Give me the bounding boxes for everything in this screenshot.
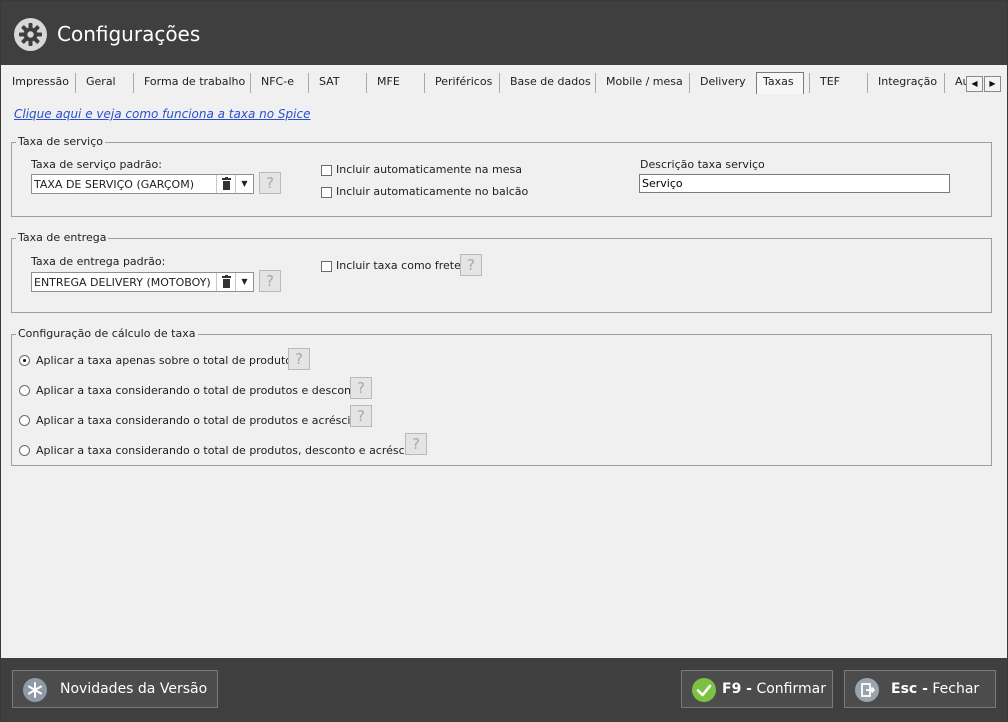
auto-counter-checkbox[interactable] [321,187,332,198]
delivery-fee-combo-value: ENTREGA DELIVERY (MOTOBOY) [34,276,211,289]
confirm-label: Confirmar [756,681,826,697]
tab-mobile-mesa[interactable]: Mobile / mesa [595,73,683,93]
service-fee-legend: Taxa de serviço [16,135,105,148]
calc-option-radio-products[interactable] [19,355,30,366]
tab-sat[interactable]: SAT [308,73,340,93]
close-shortcut: Esc - [891,681,928,697]
tab-mfe[interactable]: MFE [366,73,400,93]
service-fee-combo-value: TAXA DE SERVIÇO (GARÇOM) [34,178,194,191]
calc-option-help-products[interactable]: ? [288,348,310,370]
delivery-fee-legend: Taxa de entrega [16,231,109,244]
tab-base-de-dados[interactable]: Base de dados [499,73,591,93]
news-button-label: Novidades da Versão [60,681,208,697]
auto-counter-label: Incluir automaticamente no balcão [336,185,529,198]
tab-tef[interactable]: TEF [809,73,840,93]
calc-option-radio-discount-surcharge[interactable] [19,445,30,456]
service-fee-combo[interactable]: TAXA DE SERVIÇO (GARÇOM) ▼ [31,174,254,194]
freight-label: Incluir taxa como frete [336,259,461,272]
service-fee-help-button[interactable]: ? [259,172,281,194]
tab-forma-de-trabalho[interactable]: Forma de trabalho [133,73,245,93]
calc-option-help-discount-surcharge[interactable]: ? [405,433,427,455]
trash-icon[interactable] [216,273,235,291]
title-bar: Configurações [1,1,1007,65]
gear-icon [14,18,47,51]
calc-option-label-discount-surcharge: Aplicar a taxa considerando o total de p… [36,444,426,457]
trash-icon[interactable] [216,175,235,193]
tab-integracao[interactable]: Integração [867,73,937,93]
configuracoes-window: Configurações Impressão Geral Forma de t… [0,0,1008,722]
calc-option-label-discount: Aplicar a taxa considerando o total de p… [36,384,363,397]
close-label: Fechar [932,681,980,697]
tab-impressao[interactable]: Impressão [12,73,69,93]
tab-delivery[interactable]: Delivery [689,73,746,93]
delivery-fee-default-label: Taxa de entrega padrão: [31,255,166,268]
tab-scroll-arrows: ◀ ▶ [966,76,1002,92]
calc-option-radio-surcharge[interactable] [19,415,30,426]
delivery-fee-group: Taxa de entrega Taxa de entrega padrão: … [11,231,992,313]
tab-perifericos[interactable]: Periféricos [424,73,492,93]
close-button[interactable]: Esc - Fechar [844,670,996,708]
calc-option-help-discount[interactable]: ? [350,377,372,399]
snowflake-icon [23,678,47,702]
delivery-fee-combo[interactable]: ENTREGA DELIVERY (MOTOBOY) ▼ [31,272,254,292]
tab-geral[interactable]: Geral [75,73,116,93]
auto-table-label: Incluir automaticamente na mesa [336,163,522,176]
service-description-label: Descrição taxa serviço [640,158,765,171]
calc-option-radio-discount[interactable] [19,385,30,396]
footer-bar: Novidades da Versão F9 - Confirmar Esc -… [1,658,1007,722]
exit-icon [855,678,879,702]
calc-config-legend: Configuração de cálculo de taxa [16,327,198,340]
window-title: Configurações [57,22,201,46]
tab-au[interactable]: Au [944,73,966,93]
calc-config-group: Configuração de cálculo de taxa Aplicar … [11,327,992,466]
tab-taxas[interactable]: Taxas [756,72,804,94]
calc-option-label-surcharge: Aplicar a taxa considerando o total de p… [36,414,368,427]
settings-tab-strip: Impressão Geral Forma de trabalho NFC-e … [1,69,1007,95]
check-icon [692,678,716,702]
service-fee-default-label: Taxa de serviço padrão: [31,158,162,171]
service-description-input[interactable] [639,174,950,193]
tab-nfce[interactable]: NFC-e [250,73,294,93]
confirm-button[interactable]: F9 - Confirmar [681,670,833,708]
chevron-down-icon[interactable]: ▼ [235,273,253,291]
freight-checkbox[interactable] [321,261,332,272]
tab-scroll-right-icon[interactable]: ▶ [984,76,1001,92]
service-fee-group: Taxa de serviço Taxa de serviço padrão: … [11,135,992,217]
confirm-shortcut: F9 - [722,681,752,697]
calc-option-label-products: Aplicar a taxa apenas sobre o total de p… [36,354,298,367]
tab-scroll-left-icon[interactable]: ◀ [966,76,983,92]
chevron-down-icon[interactable]: ▼ [235,175,253,193]
calc-option-help-surcharge[interactable]: ? [350,405,372,427]
delivery-fee-help-button[interactable]: ? [259,270,281,292]
auto-table-checkbox[interactable] [321,165,332,176]
freight-help-button[interactable]: ? [460,254,482,276]
help-link-taxa-spice[interactable]: Clique aqui e veja como funciona a taxa … [14,107,310,121]
news-button[interactable]: Novidades da Versão [12,670,218,708]
